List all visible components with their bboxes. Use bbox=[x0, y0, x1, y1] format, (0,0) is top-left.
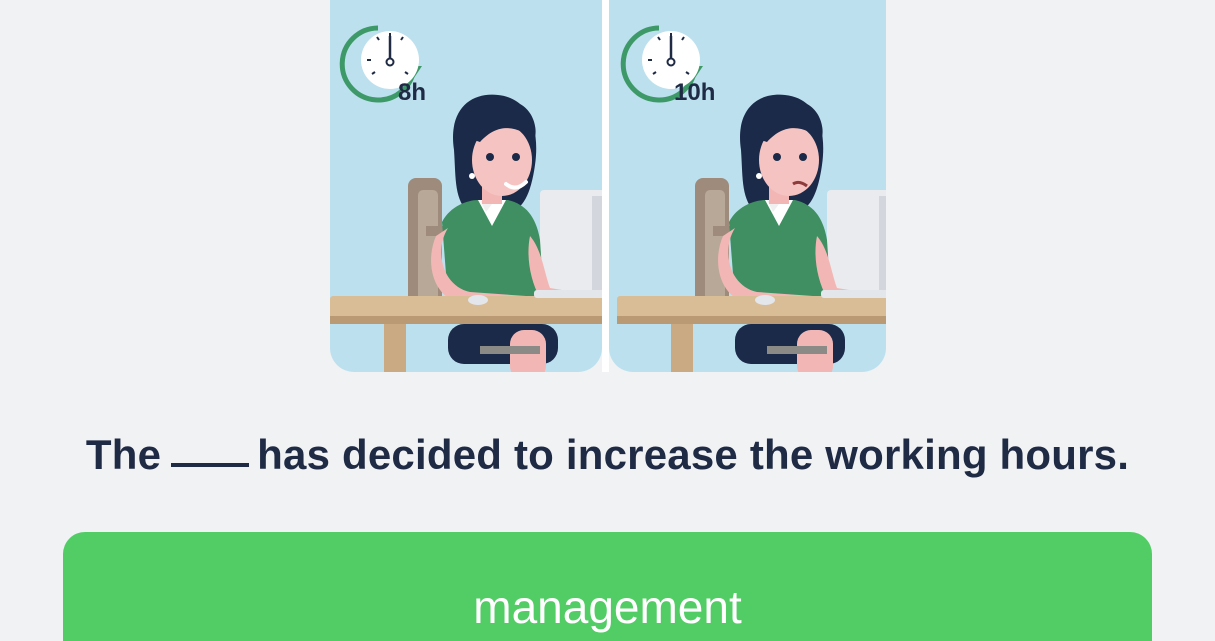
sentence-start: The bbox=[85, 431, 162, 478]
clock-label-8h: 8h bbox=[398, 79, 426, 106]
answer-option-label: management bbox=[473, 581, 742, 633]
illustration-panel-8h: 8h bbox=[330, 0, 602, 372]
clock-label-10h: 10h bbox=[674, 79, 715, 106]
panel-divider bbox=[602, 0, 609, 372]
answer-option-button[interactable]: management bbox=[63, 532, 1152, 641]
office-illustration: 8h 10h bbox=[330, 0, 886, 372]
exercise-page: 8h 10h The has decided to increase the w… bbox=[0, 0, 1215, 641]
answer-blank bbox=[171, 463, 250, 467]
sentence-end: has decided to increase the working hour… bbox=[257, 431, 1130, 478]
illustration-panel-10h: 10h bbox=[609, 0, 886, 372]
question-sentence: The has decided to increase the working h… bbox=[0, 428, 1215, 482]
